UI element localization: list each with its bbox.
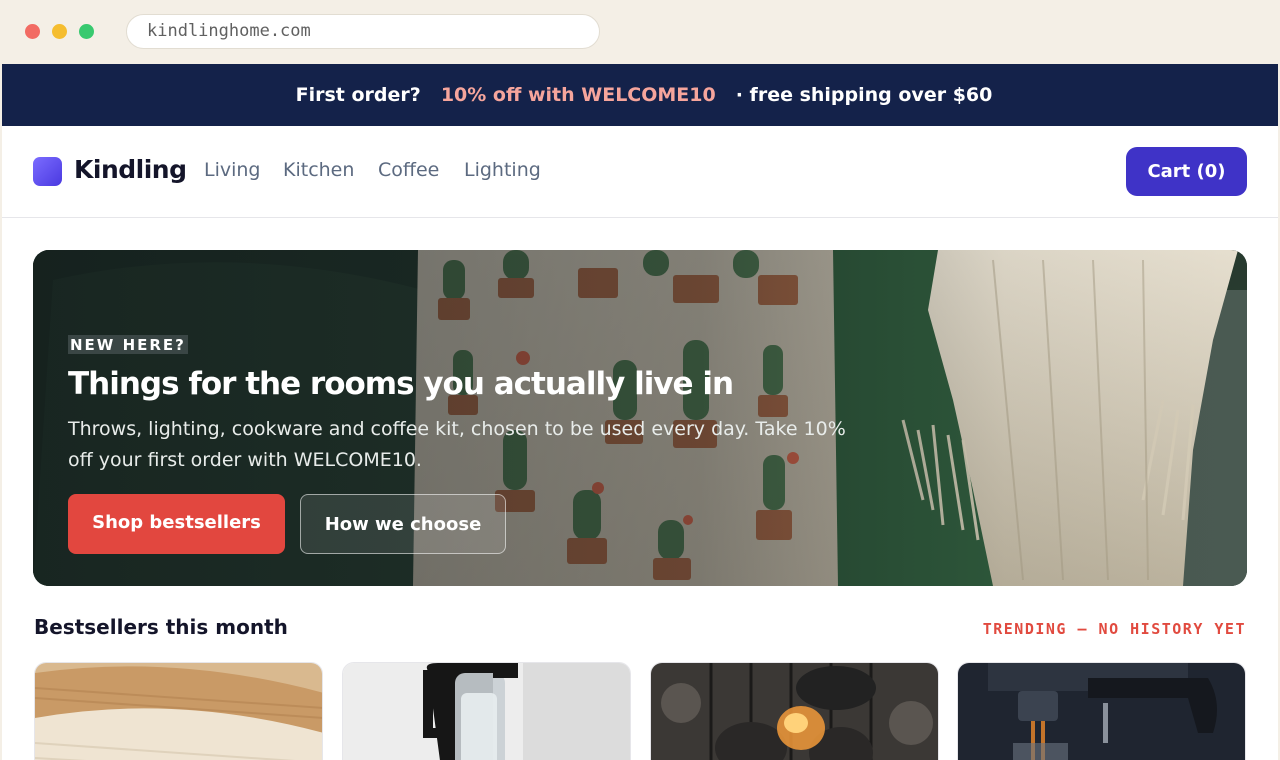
nav-link-kitchen[interactable]: Kitchen xyxy=(283,159,354,181)
hero-subtitle: Throws, lighting, cookware and coffee ki… xyxy=(68,418,846,471)
how-we-choose-button[interactable]: How we choose xyxy=(300,494,506,554)
hero-title: Things for the rooms you actually live i… xyxy=(68,366,734,402)
promo-lead: First order? xyxy=(295,84,421,106)
cast-iron-over-fire-image xyxy=(651,663,938,760)
web-page: First order? 10% off with WELCOME10 · fr… xyxy=(2,64,1278,760)
cart-button[interactable]: Cart (0) xyxy=(1126,147,1247,196)
nav-link-lighting[interactable]: Lighting xyxy=(464,159,541,181)
promo-offer: 10% off with WELCOME10 xyxy=(440,84,716,106)
brand-logo-icon[interactable] xyxy=(33,157,62,186)
glass-kettle-image xyxy=(343,663,630,760)
hero-eyebrow: NEW HERE? xyxy=(68,335,188,354)
nav-link-living[interactable]: Living xyxy=(204,159,261,181)
close-window-dot[interactable] xyxy=(25,24,40,39)
site-header: Kindling Living Kitchen Coffee Lighting … xyxy=(2,126,1278,218)
brand-name[interactable]: Kindling xyxy=(74,155,187,184)
nav-link-coffee[interactable]: Coffee xyxy=(378,159,439,181)
product-card-glass-kettle[interactable] xyxy=(342,662,631,760)
trending-tag: TRENDING — NO HISTORY YET xyxy=(982,620,1246,638)
espresso-machine-image xyxy=(958,663,1245,760)
product-card-espresso-machine[interactable] xyxy=(957,662,1246,760)
address-bar[interactable]: kindlinghome.com xyxy=(126,14,600,49)
product-card-cast-iron[interactable] xyxy=(650,662,939,760)
product-card-knit-throw[interactable] xyxy=(34,662,323,760)
bestsellers-title: Bestsellers this month xyxy=(34,615,288,639)
shop-bestsellers-button[interactable]: Shop bestsellers xyxy=(68,494,285,554)
promo-shipping: · free shipping over $60 xyxy=(735,84,993,106)
minimize-window-dot[interactable] xyxy=(52,24,67,39)
hero-banner: NEW HERE? Things for the rooms you actua… xyxy=(33,250,1247,586)
maximize-window-dot[interactable] xyxy=(79,24,94,39)
knit-throw-image xyxy=(35,663,322,760)
browser-chrome: kindlinghome.com xyxy=(0,0,1280,64)
promo-banner: First order? 10% off with WELCOME10 · fr… xyxy=(2,64,1278,126)
